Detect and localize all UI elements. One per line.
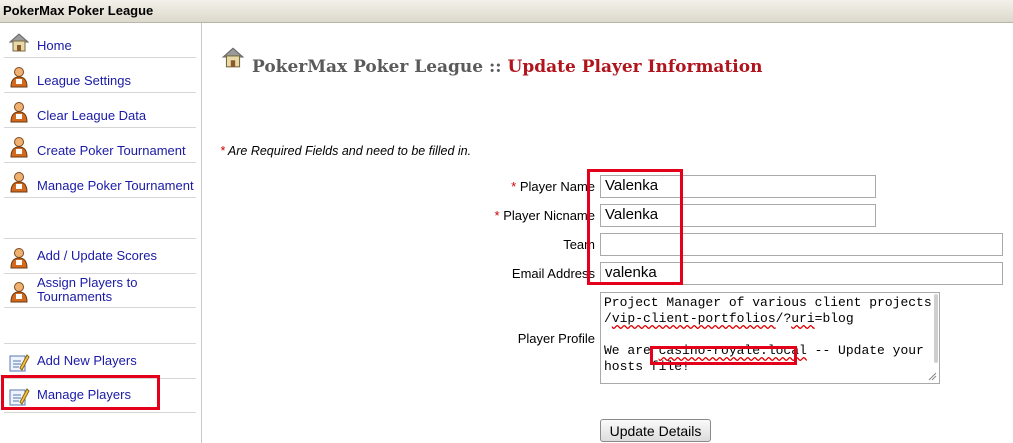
email-label: Email Address xyxy=(511,266,595,281)
title-separator: :: xyxy=(489,57,502,77)
profile-line: =blog xyxy=(814,311,854,326)
team-label: Team xyxy=(563,237,595,252)
player-nickname-input[interactable]: Valenka xyxy=(600,204,876,227)
sidebar-item-assign-players[interactable]: Assign Players to Tournaments xyxy=(4,273,196,308)
sidebar: Home League Settings Clear League Data C… xyxy=(0,23,202,443)
sidebar-item-create-poker-tournament[interactable]: Create Poker Tournament xyxy=(4,128,196,163)
page-title: PokerMax Poker League :: Update Player I… xyxy=(252,57,762,77)
player-name-input[interactable]: Valenka xyxy=(600,175,876,198)
user-icon xyxy=(10,137,28,158)
required-star: * xyxy=(511,179,517,194)
resize-handle-icon[interactable] xyxy=(928,372,937,381)
sidebar-item-label: Create Poker Tournament xyxy=(37,143,186,158)
required-star: * xyxy=(220,144,225,158)
sidebar-item-add-new-players[interactable]: Add New Players xyxy=(4,343,196,379)
profile-line: hosts file! xyxy=(604,359,690,374)
player-profile-textarea[interactable]: Project Manager of various client projec… xyxy=(600,292,940,384)
required-note: * Are Required Fields and need to be fil… xyxy=(220,144,471,158)
player-profile-label: Player Profile xyxy=(517,331,595,346)
profile-line: -- Update your xyxy=(806,343,924,358)
profile-misspelled-word: uri xyxy=(791,311,815,326)
sidebar-item-league-settings[interactable]: League Settings xyxy=(4,58,196,93)
user-icon xyxy=(10,248,28,269)
user-icon xyxy=(10,172,28,193)
sidebar-item-label: Add / Update Scores xyxy=(37,248,157,263)
sidebar-item-clear-league-data[interactable]: Clear League Data xyxy=(4,93,196,128)
profile-line: Project Manager of various client projec… xyxy=(604,295,940,310)
house-icon xyxy=(221,47,245,68)
title-bar: PokerMax Poker League xyxy=(0,0,1013,23)
page-heading: Update Player Information xyxy=(507,57,763,77)
email-input[interactable]: valenka xyxy=(600,262,1003,285)
textarea-scrollbar[interactable] xyxy=(934,294,938,363)
required-note-text: Are Required Fields and need to be fille… xyxy=(227,144,472,158)
app-title: PokerMax Poker League xyxy=(3,3,154,18)
label-text: Player Nicname xyxy=(503,208,595,223)
profile-line: /? xyxy=(775,311,792,326)
profile-misspelled-word: vip-client-portfolios xyxy=(611,311,776,326)
profile-hostname: casino-royale.local xyxy=(658,343,807,358)
edit-icon xyxy=(9,354,30,372)
sidebar-item-label: Clear League Data xyxy=(37,108,147,123)
site-name: PokerMax Poker League xyxy=(252,57,484,77)
sidebar-item-label: Manage Players xyxy=(37,387,131,402)
sidebar-item-label: Assign Players to Tournaments xyxy=(37,275,138,304)
user-icon xyxy=(10,67,28,88)
profile-line: / xyxy=(604,311,612,326)
label-text: Player Name xyxy=(519,179,595,194)
edit-icon xyxy=(9,388,30,406)
profile-line: We are xyxy=(604,343,659,358)
sidebar-item-manage-poker-tournament[interactable]: Manage Poker Tournament xyxy=(4,163,196,198)
sidebar-item-label: League Settings xyxy=(37,73,131,88)
update-details-button[interactable]: Update Details xyxy=(600,419,711,442)
sidebar-item-home[interactable]: Home xyxy=(4,23,196,58)
user-icon xyxy=(10,282,28,303)
house-icon xyxy=(8,33,30,52)
sidebar-item-label: Add New Players xyxy=(37,353,137,368)
required-star: * xyxy=(494,208,500,223)
sidebar-item-label: Home xyxy=(37,38,72,53)
sidebar-item-label: Manage Poker Tournament xyxy=(37,178,194,193)
sidebar-item-add-update-scores[interactable]: Add / Update Scores xyxy=(4,238,196,274)
team-input[interactable] xyxy=(600,233,1003,256)
player-name-label: * Player Name xyxy=(511,179,595,194)
sidebar-item-manage-players[interactable]: Manage Players xyxy=(4,378,196,413)
user-icon xyxy=(10,102,28,123)
player-nickname-label: * Player Nicname xyxy=(495,208,595,223)
